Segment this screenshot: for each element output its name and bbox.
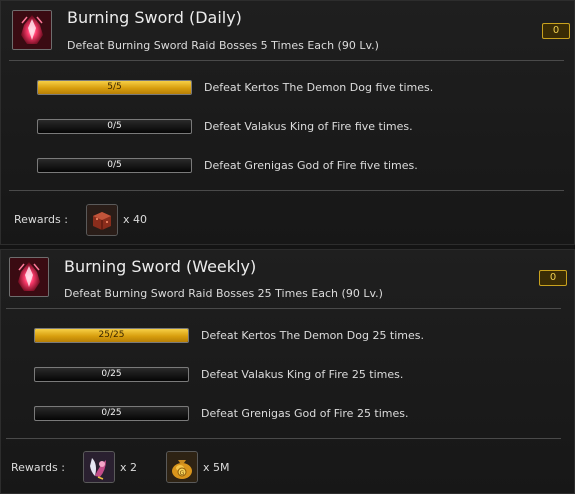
- burning-sword-quest-icon: [9, 257, 49, 297]
- quest-count-badge: 0: [539, 270, 567, 286]
- divider: [6, 308, 561, 309]
- progress-text: 0/25: [101, 369, 122, 379]
- objective-label: Defeat Kertos The Demon Dog five times.: [204, 81, 434, 94]
- objective-label: Defeat Kertos The Demon Dog 25 times.: [201, 329, 425, 342]
- objective-progress-bar: 0/5: [37, 119, 192, 134]
- quest-count-badge: 0: [542, 23, 570, 39]
- progress-text: 0/25: [101, 408, 122, 418]
- divider: [9, 60, 564, 61]
- objective-label: Defeat Grenigas God of Fire 25 times.: [201, 407, 409, 420]
- quest-subtitle: Defeat Burning Sword Raid Bosses 25 Time…: [64, 287, 383, 300]
- objective-progress-bar: 5/5: [37, 80, 192, 95]
- quest-panel-daily: Burning Sword (Daily) Defeat Burning Swo…: [0, 0, 575, 245]
- quest-panel-weekly: Burning Sword (Weekly) Defeat Burning Sw…: [0, 249, 575, 494]
- objective-label: Defeat Valakus King of Fire five times.: [204, 120, 413, 133]
- rewards-label: Rewards :: [14, 213, 68, 226]
- fairy-potion-icon[interactable]: [83, 451, 115, 483]
- rewards-label: Rewards :: [11, 461, 65, 474]
- raid-box-icon[interactable]: [86, 204, 118, 236]
- divider: [9, 190, 564, 191]
- reward-quantity: x 5M: [203, 461, 230, 474]
- quest-title: Burning Sword (Daily): [67, 8, 242, 27]
- progress-text: 0/5: [107, 160, 122, 170]
- reward-quantity: x 40: [123, 213, 148, 226]
- gold-pouch-icon[interactable]: G: [166, 451, 198, 483]
- progress-text: 0/5: [107, 121, 122, 131]
- objective-progress-bar: 0/5: [37, 158, 192, 173]
- reward-quantity: x 2: [120, 461, 138, 474]
- progress-text: 5/5: [107, 82, 122, 92]
- divider: [6, 438, 561, 439]
- quest-subtitle: Defeat Burning Sword Raid Bosses 5 Times…: [67, 39, 379, 52]
- objective-label: Defeat Grenigas God of Fire five times.: [204, 159, 418, 172]
- progress-text: 25/25: [98, 330, 125, 340]
- objective-progress-bar: 0/25: [34, 406, 189, 421]
- burning-sword-quest-icon: [12, 10, 52, 50]
- objective-label: Defeat Valakus King of Fire 25 times.: [201, 368, 404, 381]
- svg-text:G: G: [180, 470, 185, 477]
- objective-progress-bar: 0/25: [34, 367, 189, 382]
- objective-progress-bar: 25/25: [34, 328, 189, 343]
- quest-title: Burning Sword (Weekly): [64, 257, 257, 276]
